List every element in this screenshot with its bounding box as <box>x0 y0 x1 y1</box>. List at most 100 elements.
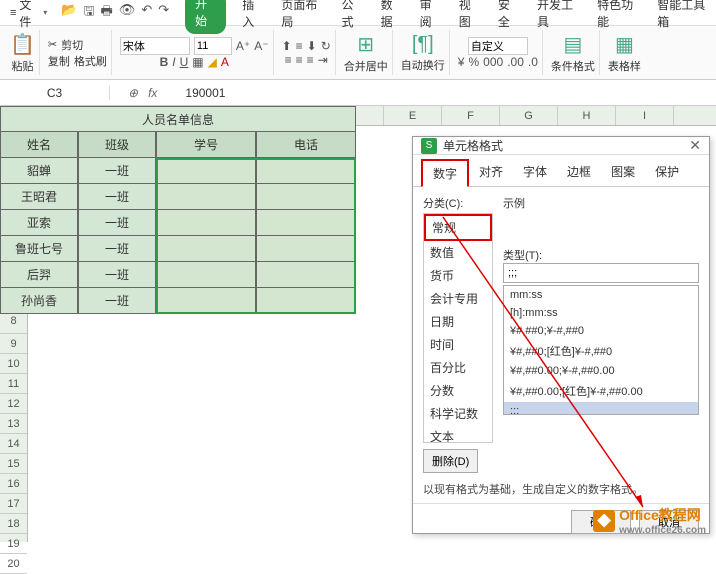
dialog-tab-border[interactable]: 边框 <box>557 159 601 186</box>
merge-button[interactable]: ⊞ 合并居中 <box>344 32 388 74</box>
table-cell[interactable] <box>156 262 256 288</box>
table-cell[interactable] <box>256 262 356 288</box>
paste-button[interactable]: 📋 粘贴 <box>10 32 35 74</box>
wrap-button[interactable]: [¶] 自动换行 <box>401 33 445 73</box>
close-icon[interactable]: ✕ <box>689 137 701 154</box>
cut-button[interactable]: ✂剪切 <box>48 37 83 53</box>
type-item[interactable]: mm:ss <box>504 286 698 304</box>
percent-icon[interactable]: % <box>468 55 479 69</box>
comma-icon[interactable]: 000 <box>483 55 503 69</box>
table-cell[interactable] <box>156 288 256 314</box>
table-cell[interactable]: 亚索 <box>28 210 78 236</box>
row-header[interactable]: 13 <box>0 414 27 434</box>
table-cell[interactable]: 貂蝉 <box>28 158 78 184</box>
row-header[interactable]: 16 <box>0 474 27 494</box>
table-header[interactable]: 电话 <box>256 132 356 158</box>
category-item[interactable]: 科学记数 <box>424 402 492 425</box>
tab-home[interactable]: 开始 <box>185 0 226 34</box>
orientation-icon[interactable]: ↻ <box>321 39 331 53</box>
align-center-icon[interactable]: ≡ <box>296 53 303 67</box>
align-bot-icon[interactable]: ⬇ <box>307 39 317 53</box>
type-list[interactable]: mm:ss [h]:mm:ss ¥#,##0;¥-#,##0 ¥#,##0;[红… <box>503 285 699 415</box>
table-cell[interactable]: 后羿 <box>28 262 78 288</box>
font-name-select[interactable] <box>120 37 190 55</box>
table-cell[interactable]: 一班 <box>78 158 156 184</box>
table-cell[interactable]: 一班 <box>78 236 156 262</box>
tab-security[interactable]: 安全 <box>496 0 521 34</box>
row-header[interactable]: 14 <box>0 434 27 454</box>
table-cell[interactable]: 孙尚香 <box>28 288 78 314</box>
col-header[interactable]: H <box>558 106 616 125</box>
col-header[interactable]: E <box>384 106 442 125</box>
undo-icon[interactable]: ↶ <box>141 2 152 24</box>
row-header[interactable]: 15 <box>0 454 27 474</box>
tab-special[interactable]: 特色功能 <box>595 0 641 34</box>
type-item[interactable]: ¥#,##0.00;¥-#,##0.00 <box>504 362 698 380</box>
category-item[interactable]: 货币 <box>424 264 492 287</box>
function-icon[interactable]: ⊕ <box>128 86 138 100</box>
row-header[interactable]: 11 <box>0 374 27 394</box>
table-cell[interactable]: 一班 <box>78 262 156 288</box>
category-item[interactable]: 常规 <box>424 214 492 241</box>
table-cell[interactable] <box>256 288 356 314</box>
fill-color-icon[interactable]: ◢ <box>208 55 217 69</box>
tab-dev[interactable]: 开发工具 <box>535 0 581 34</box>
table-header[interactable]: 学号 <box>156 132 256 158</box>
table-header[interactable]: 班级 <box>78 132 156 158</box>
table-header[interactable]: 姓名 <box>28 132 78 158</box>
border-icon[interactable]: ▦ <box>192 55 203 69</box>
align-left-icon[interactable]: ≡ <box>285 53 292 67</box>
delete-button[interactable]: 删除(D) <box>423 449 478 473</box>
redo-icon[interactable]: ↷ <box>158 2 169 24</box>
align-mid-icon[interactable]: ≡ <box>296 39 303 53</box>
fx-icon[interactable]: fx <box>148 86 157 100</box>
tab-insert[interactable]: 插入 <box>240 0 265 34</box>
italic-icon[interactable]: I <box>172 55 175 69</box>
row-header[interactable]: 10 <box>0 354 27 374</box>
table-cell[interactable] <box>156 158 256 184</box>
file-menu[interactable]: ≡ 文件 ▾ <box>4 0 53 32</box>
align-right-icon[interactable]: ≡ <box>307 53 314 67</box>
category-list[interactable]: 常规 数值 货币 会计专用 日期 时间 百分比 分数 科学记数 文本 特殊 自定… <box>423 213 493 443</box>
bold-icon[interactable]: B <box>160 55 169 69</box>
category-item[interactable]: 会计专用 <box>424 287 492 310</box>
col-header[interactable]: F <box>442 106 500 125</box>
font-color-icon[interactable]: A <box>221 55 229 69</box>
currency-icon[interactable]: ¥ <box>458 55 465 69</box>
row-header[interactable]: 17 <box>0 494 27 514</box>
type-item[interactable]: ¥#,##0;[红色]¥-#,##0 <box>504 340 698 362</box>
table-cell[interactable] <box>156 184 256 210</box>
table-cell[interactable] <box>256 236 356 262</box>
type-item[interactable]: ¥#,##0;¥-#,##0 <box>504 322 698 340</box>
tab-view[interactable]: 视图 <box>457 0 482 34</box>
table-cell[interactable] <box>156 210 256 236</box>
table-cell[interactable]: 一班 <box>78 184 156 210</box>
dec-decimal-icon[interactable]: .0 <box>528 55 538 69</box>
tab-data[interactable]: 数据 <box>379 0 404 34</box>
cond-format-button[interactable]: ▤ 条件格式 <box>551 32 595 74</box>
table-cell[interactable] <box>256 158 356 184</box>
underline-icon[interactable]: U <box>180 55 189 69</box>
number-format-select[interactable] <box>468 37 528 55</box>
formula-input[interactable]: 190001 <box>175 86 716 100</box>
dialog-tab-font[interactable]: 字体 <box>513 159 557 186</box>
row-header[interactable]: 12 <box>0 394 27 414</box>
category-item[interactable]: 文本 <box>424 425 492 443</box>
name-box[interactable]: C3 <box>0 86 110 100</box>
table-cell[interactable] <box>256 184 356 210</box>
row-header[interactable]: 9 <box>0 334 27 354</box>
indent-icon[interactable]: ⇥ <box>318 53 328 67</box>
tab-review[interactable]: 审阅 <box>418 0 443 34</box>
type-input[interactable] <box>503 263 699 283</box>
table-cell[interactable] <box>156 236 256 262</box>
col-header[interactable]: G <box>500 106 558 125</box>
copy-button[interactable]: 复制 <box>48 53 70 69</box>
table-cell[interactable]: 王昭君 <box>28 184 78 210</box>
category-item[interactable]: 日期 <box>424 310 492 333</box>
row-header[interactable]: 20 <box>0 554 27 574</box>
type-item[interactable]: ¥#,##0.00;[红色]¥-#,##0.00 <box>504 380 698 402</box>
align-top-icon[interactable]: ⬆ <box>282 39 292 53</box>
save-icon[interactable]: 🖫 <box>83 2 94 24</box>
inc-decimal-icon[interactable]: .00 <box>507 55 524 69</box>
dialog-tab-align[interactable]: 对齐 <box>469 159 513 186</box>
